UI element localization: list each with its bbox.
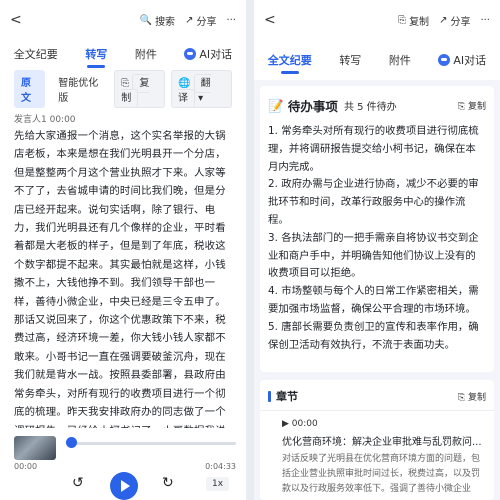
forward-icon[interactable]: ↻ bbox=[162, 475, 174, 491]
total-time: 0:04:33 bbox=[205, 462, 236, 471]
translate-button[interactable]: 🌐 翻译 ▾ bbox=[170, 70, 232, 108]
transcript-text: 先给大家通报一个消息，这个实名举报的大锅店老板，本来是想在我们光明县开一个分店，… bbox=[14, 130, 226, 455]
tab-attachments[interactable]: 附件 bbox=[387, 48, 413, 72]
search-label: 搜索 bbox=[155, 16, 176, 28]
right-tabs: 全文纪要 转写 附件 AI对话 bbox=[254, 40, 500, 80]
rewind-icon[interactable]: ↺ bbox=[72, 475, 84, 491]
search-icon: 🔍 bbox=[139, 14, 153, 26]
transcript-panel: < 🔍 搜索 ↗ 分享 ··· 全文纪要 转写 附件 AI对话 原文 智能优化版 bbox=[0, 0, 246, 500]
chapter-copy-label: 复制 bbox=[467, 392, 486, 403]
tab-transcript[interactable]: 转写 bbox=[337, 48, 363, 72]
summary-panel: < ⎘ 复制 ↗ 分享 ··· 全文纪要 转写 附件 AI对话 📝 待办事项 共… bbox=[254, 0, 500, 500]
share-icon: ↗ bbox=[439, 14, 448, 26]
todo-copy-label: 复制 bbox=[467, 102, 486, 112]
tab-attachments[interactable]: 附件 bbox=[133, 42, 159, 66]
share-label: 分享 bbox=[196, 16, 217, 28]
todo-card: 📝 待办事项 共 5 件待办 ⎘ 复制 1. 常务牵头对所有现行的收费项目进行彻… bbox=[260, 86, 494, 372]
more-icon[interactable]: ··· bbox=[480, 15, 490, 26]
copy-icon: ⎘ bbox=[398, 14, 407, 26]
more-icon[interactable]: ··· bbox=[226, 15, 236, 26]
original-toggle[interactable]: 原文 bbox=[14, 70, 46, 108]
copy-label: 复制 bbox=[121, 74, 150, 108]
todo-list: 1. 常务牵头对所有现行的收费项目进行彻底梳理，并将调研报告提交给小柯书记，确保… bbox=[260, 119, 494, 354]
share-button[interactable]: ↗ 分享 bbox=[185, 13, 216, 28]
todo-item: 4. 市场整顿与每个人的日常工作紧密相关，需要加强市场监督，确保公平合理的市场环… bbox=[268, 285, 479, 315]
share-button[interactable]: ↗ 分享 bbox=[439, 13, 470, 28]
chapter-accent-bar bbox=[268, 390, 271, 402]
chapter-item[interactable]: ▶ 00:00 优化营商环境：解决企业审批难与乱罚款问... 对话反映了光明县在… bbox=[260, 411, 494, 497]
chapter-time[interactable]: ▶ 00:00 bbox=[282, 419, 486, 429]
screen: < 🔍 搜索 ↗ 分享 ··· 全文纪要 转写 附件 AI对话 原文 智能优化版 bbox=[0, 0, 500, 500]
tab-summary[interactable]: 全文纪要 bbox=[12, 42, 60, 66]
todo-header: 📝 待办事项 共 5 件待办 ⎘ 复制 bbox=[260, 86, 494, 119]
todo-item: 1. 常务牵头对所有现行的收费项目进行彻底梳理，并将调研报告提交给小柯书记，确保… bbox=[268, 125, 479, 173]
chapter-item-title: 优化营商环境：解决企业审批难与乱罚款问... bbox=[282, 437, 482, 448]
audio-player: 00:00 0:04:33 ↺ ↻ 1x bbox=[0, 428, 246, 500]
left-topbar: < 🔍 搜索 ↗ 分享 ··· bbox=[0, 0, 246, 40]
play-icon[interactable] bbox=[110, 472, 138, 500]
chapter-copy-button[interactable]: ⎘ 复制 bbox=[458, 390, 486, 403]
tab-ai-chat[interactable]: AI对话 bbox=[182, 42, 234, 66]
speed-button[interactable]: 1x bbox=[206, 477, 230, 491]
progress-track[interactable] bbox=[70, 442, 236, 445]
todo-copy-button[interactable]: ⎘ 复制 bbox=[458, 99, 486, 112]
search-button[interactable]: 🔍 搜索 bbox=[140, 13, 175, 28]
tab-transcript[interactable]: 转写 bbox=[83, 42, 109, 66]
chapter-title: 章节 bbox=[276, 390, 298, 403]
copy-button[interactable]: ⎘ 复制 bbox=[114, 70, 165, 108]
chapter-summary: 对话反映了光明县在优化营商环境方面的问题，包括企业营业执照审批时间过长，税费过高… bbox=[282, 454, 481, 494]
tab-ai-chat[interactable]: AI对话 bbox=[436, 48, 488, 72]
todo-title: 待办事项 bbox=[287, 99, 338, 114]
ai-icon bbox=[184, 48, 197, 60]
tab-ai-chat-label: AI对话 bbox=[453, 54, 487, 67]
translate-label: 翻译 bbox=[177, 74, 211, 108]
chapter-card: 章节 ⎘ 复制 ▶ 00:00 优化营商环境：解决企业审批难与乱罚款问... 对… bbox=[260, 380, 494, 500]
time-readout: 00:00 0:04:33 bbox=[14, 462, 236, 471]
progress-knob[interactable] bbox=[66, 437, 77, 448]
optimized-toggle[interactable]: 智能优化版 bbox=[51, 70, 108, 108]
todo-item: 2. 政府办需与企业进行协商，减少不必要的审批环节和时间，改革行政服务中心的操作… bbox=[268, 178, 479, 226]
tab-summary[interactable]: 全文纪要 bbox=[266, 48, 314, 72]
share-label: 分享 bbox=[450, 16, 471, 28]
memo-icon: 📝 bbox=[268, 97, 288, 113]
copy-label: 复制 bbox=[409, 16, 430, 28]
back-icon[interactable]: < bbox=[264, 12, 276, 28]
transcript-toolbar: 原文 智能优化版 ⎘ 复制 🌐 翻译 ▾ bbox=[0, 70, 246, 108]
divider bbox=[246, 0, 254, 500]
todo-item: 3. 各执法部门的一把手需亲自将协议书交到企业和商户手中，并明确告知他们协议上没… bbox=[268, 231, 479, 280]
video-thumbnail[interactable] bbox=[14, 436, 56, 460]
tab-ai-chat-label: AI对话 bbox=[199, 48, 233, 61]
back-icon[interactable]: < bbox=[10, 12, 22, 28]
chapter-header: 章节 ⎘ 复制 bbox=[260, 380, 494, 411]
current-time: 00:00 bbox=[14, 462, 38, 471]
share-icon: ↗ bbox=[185, 14, 194, 26]
speaker-label: 发言人1 00:00 bbox=[14, 115, 76, 125]
ai-icon bbox=[438, 54, 451, 66]
todo-item: 5. 唐部长需要负责创卫的宣传和表率作用，确保创卫活动有效执行，不流于表面功夫。 bbox=[268, 320, 479, 351]
left-tabs: 全文纪要 转写 附件 AI对话 bbox=[0, 40, 246, 68]
right-topbar: < ⎘ 复制 ↗ 分享 ··· bbox=[254, 0, 500, 40]
copy-button[interactable]: ⎘ 复制 bbox=[398, 13, 429, 28]
todo-count: 共 5 件待办 bbox=[343, 102, 397, 113]
